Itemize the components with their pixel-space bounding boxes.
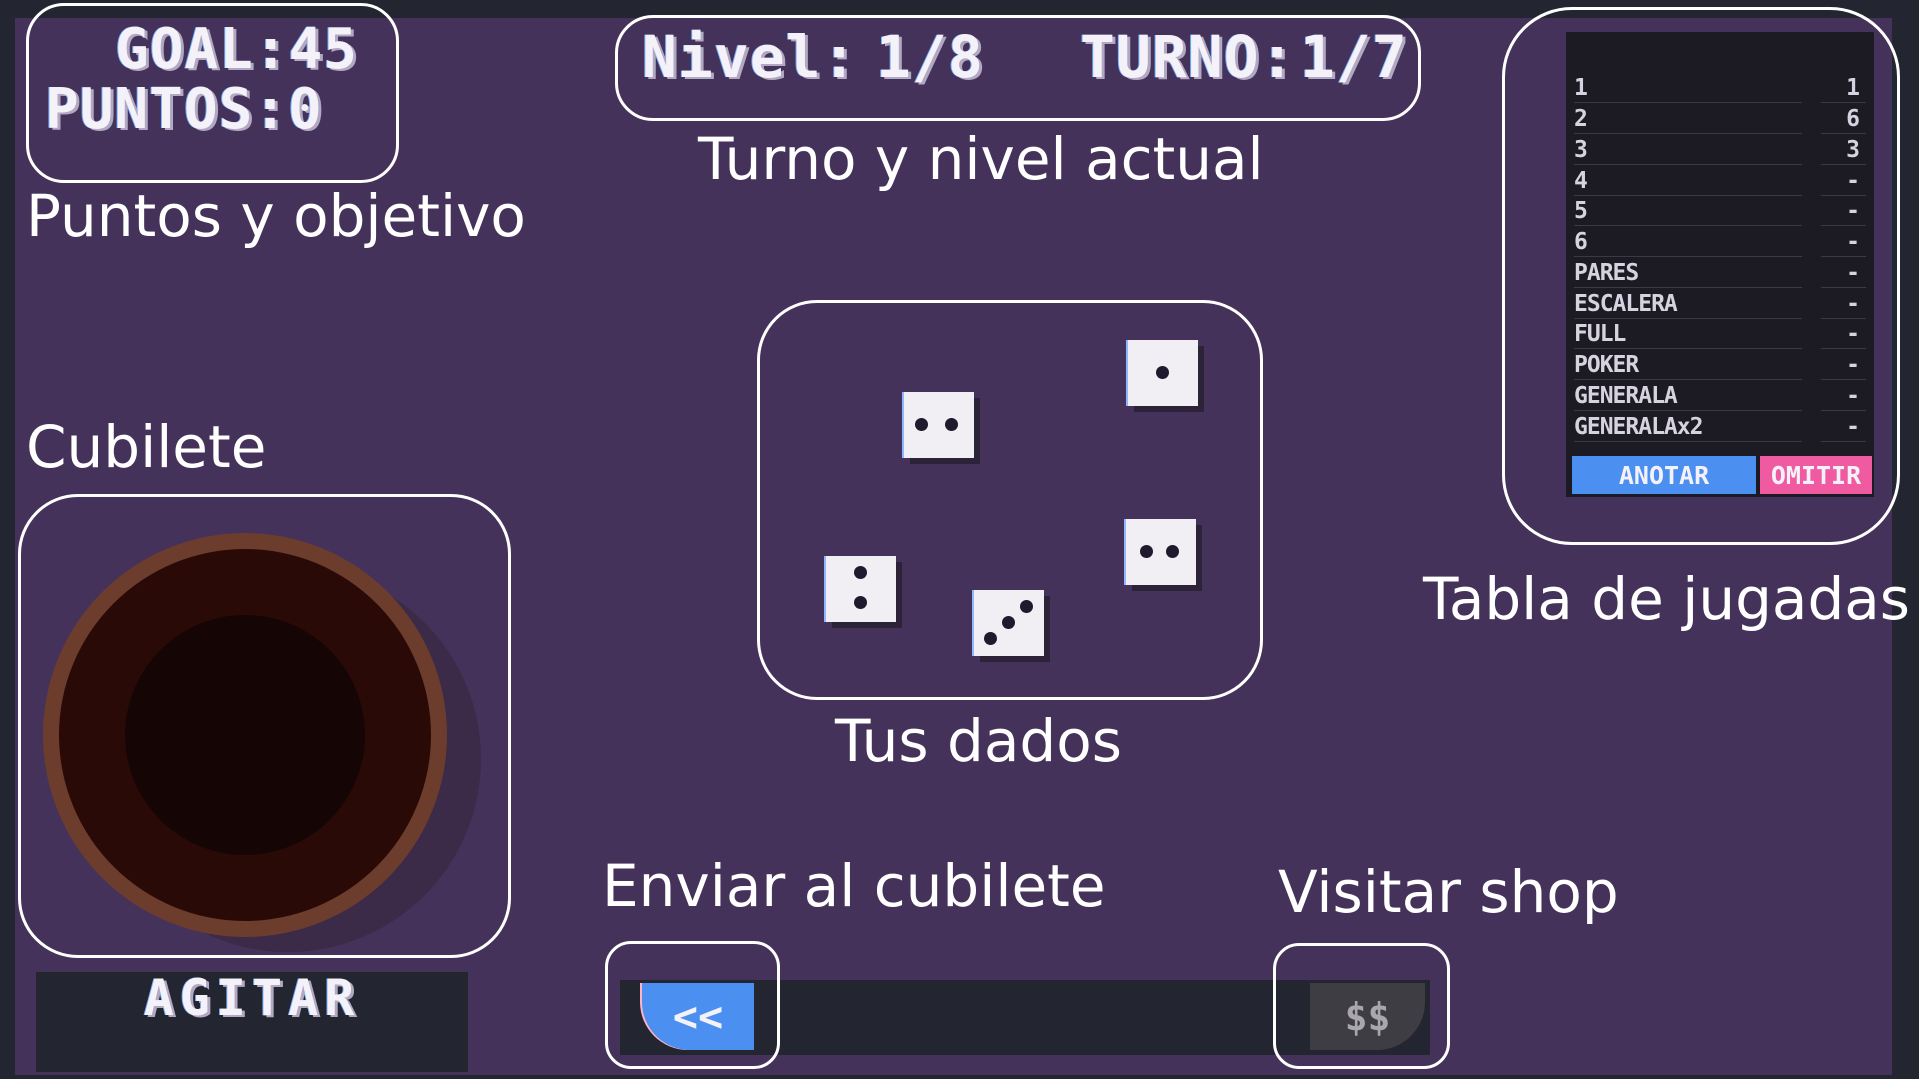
die-three[interactable] bbox=[974, 590, 1044, 656]
cup-caption: Cubilete bbox=[26, 413, 267, 481]
send-to-cup-frame bbox=[605, 941, 780, 1069]
send-to-cup-caption: Enviar al cubilete bbox=[602, 852, 1106, 920]
shake-button[interactable]: AGITAR bbox=[36, 968, 468, 1028]
game-window: GOAL:45 PUNTOS:0 Puntos y objetivo Nivel… bbox=[0, 0, 1919, 1079]
visit-shop-caption: Visitar shop bbox=[1278, 858, 1619, 926]
cup-inside bbox=[125, 615, 365, 855]
die-pip bbox=[984, 632, 997, 645]
shop-frame bbox=[1273, 943, 1450, 1069]
level-turn-frame bbox=[615, 15, 1421, 121]
die-pip bbox=[915, 418, 928, 431]
die-pip bbox=[854, 596, 867, 609]
points-goal-caption: Puntos y objetivo bbox=[26, 182, 526, 250]
cup[interactable] bbox=[43, 533, 447, 937]
score-table-frame bbox=[1502, 7, 1900, 545]
die-pip bbox=[1156, 366, 1169, 379]
die-pip bbox=[945, 418, 958, 431]
dice-caption: Tus dados bbox=[835, 707, 1122, 775]
die-pip bbox=[854, 566, 867, 579]
die-two-a[interactable] bbox=[904, 392, 974, 458]
turn-level-caption: Turno y nivel actual bbox=[698, 125, 1264, 193]
die-two-b[interactable] bbox=[1126, 519, 1196, 585]
die-one[interactable] bbox=[1128, 340, 1198, 406]
scoreboard-caption: Tabla de jugadas bbox=[1423, 565, 1911, 633]
die-two-vertical[interactable] bbox=[826, 556, 896, 622]
points-goal-frame bbox=[26, 3, 399, 183]
die-pip bbox=[1140, 545, 1153, 558]
die-pip bbox=[1166, 545, 1179, 558]
die-pip bbox=[1020, 600, 1033, 613]
die-pip bbox=[1002, 616, 1015, 629]
